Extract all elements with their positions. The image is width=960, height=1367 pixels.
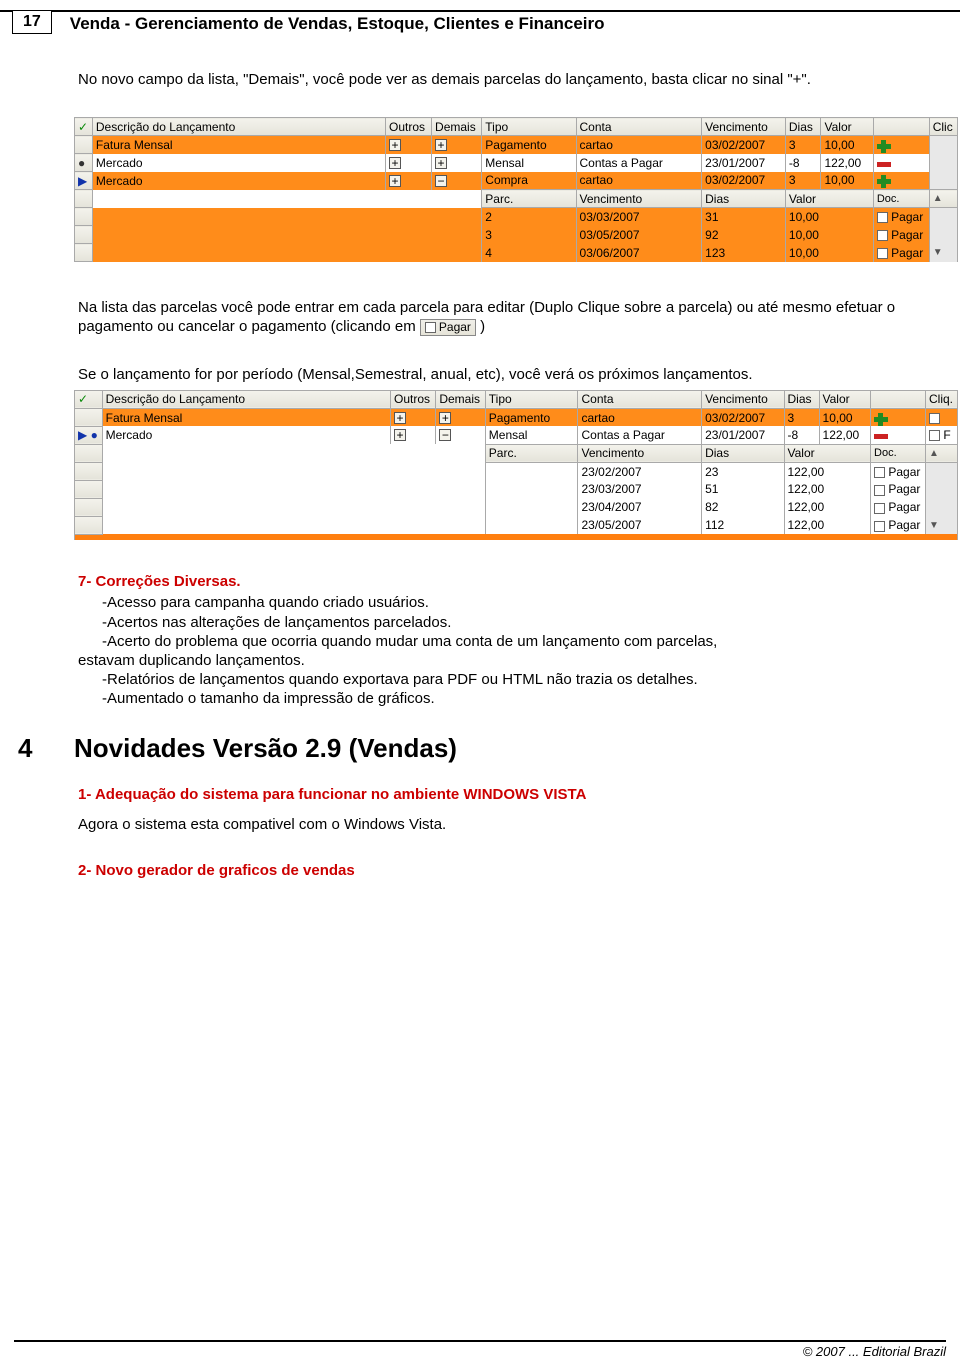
- grid1-header: ✓ Descrição do Lançamento Outros Demais …: [75, 118, 958, 136]
- arrow-down-icon[interactable]: ▼: [925, 516, 957, 534]
- col-dias[interactable]: Dias: [785, 118, 821, 136]
- col-clic[interactable]: Clic: [929, 118, 957, 136]
- grid1-row[interactable]: ● Mercado + + Mensal Contas a Pagar 23/0…: [75, 154, 958, 172]
- grid2-subrow[interactable]: 23/05/2007 112 122,00 Pagar ▼: [75, 516, 958, 534]
- expand-icon[interactable]: +: [389, 175, 401, 187]
- expand-icon[interactable]: +: [394, 429, 406, 441]
- pagar-inline-button[interactable]: Pagar: [420, 319, 476, 336]
- expand-icon[interactable]: +: [435, 139, 447, 151]
- grid2-subrow[interactable]: 23/03/2007 51 122,00 Pagar: [75, 480, 958, 498]
- col-vencimento[interactable]: Vencimento: [702, 118, 786, 136]
- pagar-checkbox[interactable]: [874, 521, 885, 532]
- pagar-checkbox[interactable]: [874, 485, 885, 496]
- subsection-1-title: 1- Adequação do sistema para funcionar n…: [78, 786, 946, 803]
- plus-icon: [874, 417, 888, 422]
- subsection-2-title: 2- Novo gerador de graficos de vendas: [78, 862, 946, 879]
- pagar-checkbox[interactable]: [877, 212, 888, 223]
- expand-icon[interactable]: +: [389, 157, 401, 169]
- minus-icon: [877, 162, 891, 167]
- plus-icon: [877, 179, 891, 184]
- grid1-row[interactable]: ▶ Mercado + − Compra cartao 03/02/2007 3…: [75, 172, 958, 190]
- pagar-checkbox[interactable]: [874, 503, 885, 514]
- arrow-up-icon[interactable]: ▲: [925, 444, 957, 462]
- expand-icon[interactable]: +: [389, 139, 401, 151]
- col-outros[interactable]: Outros: [385, 118, 431, 136]
- section-7-title: 7- Correções Diversas.: [78, 572, 946, 591]
- collapse-icon[interactable]: −: [439, 429, 451, 441]
- col-demais[interactable]: Demais: [432, 118, 482, 136]
- grid2-subrow[interactable]: 23/04/2007 82 122,00 Pagar: [75, 498, 958, 516]
- grid2-row[interactable]: Fatura Mensal + + Pagamento cartao 03/02…: [75, 408, 958, 426]
- grid2-subheader: Parc. Vencimento Dias Valor Doc. ▲: [75, 444, 958, 462]
- grid1-subrow[interactable]: 3 03/05/2007 92 10,00 Pagar: [75, 226, 958, 244]
- checkbox[interactable]: [929, 413, 940, 424]
- pagar-checkbox[interactable]: [874, 467, 885, 478]
- checkbox-icon: [425, 322, 436, 333]
- arrow-up-icon[interactable]: ▲: [929, 190, 957, 208]
- grid1-row[interactable]: Fatura Mensal + + Pagamento cartao 03/02…: [75, 136, 958, 154]
- subsection-1-body: Agora o sistema esta compativel com o Wi…: [78, 815, 946, 834]
- grid1-subrow[interactable]: 2 03/03/2007 31 10,00 Pagar: [75, 208, 958, 226]
- paragraph-3: Se o lançamento for por período (Mensal,…: [78, 365, 946, 384]
- col-conta[interactable]: Conta: [576, 118, 702, 136]
- grid-2: ✓ Descrição do Lançamento Outros Demais …: [78, 390, 946, 541]
- col-descricao[interactable]: Descrição do Lançamento: [92, 118, 385, 136]
- grid1-subheader: Parc. Vencimento Dias Valor Doc. ▲: [75, 190, 958, 208]
- check-icon: ✓: [75, 118, 93, 136]
- page-number: 17: [12, 10, 52, 34]
- collapse-icon[interactable]: −: [435, 175, 447, 187]
- checkbox[interactable]: [929, 430, 940, 441]
- expand-icon[interactable]: +: [439, 412, 451, 424]
- pagar-checkbox[interactable]: [877, 230, 888, 241]
- grid2-row[interactable]: ▶ ● Mercado + − Mensal Contas a Pagar 23…: [75, 426, 958, 444]
- col-valor[interactable]: Valor: [821, 118, 873, 136]
- grid2-header: ✓ Descrição do Lançamento Outros Demais …: [75, 390, 958, 408]
- expand-icon[interactable]: +: [435, 157, 447, 169]
- page-title: Venda - Gerenciamento de Vendas, Estoque…: [70, 14, 605, 36]
- grid2-subrow[interactable]: 23/02/2007 23 122,00 Pagar: [75, 462, 958, 480]
- page-footer: © 2007 ... Editorial Brazil: [14, 1340, 946, 1359]
- col-bar: [873, 118, 929, 136]
- section-7-body: -Acesso para campanha quando criado usuá…: [78, 593, 946, 708]
- grid-1: ✓ Descrição do Lançamento Outros Demais …: [78, 117, 946, 262]
- plus-icon: [877, 144, 891, 149]
- expand-icon[interactable]: +: [394, 412, 406, 424]
- intro-paragraph-1: No novo campo da lista, "Demais", você p…: [78, 70, 946, 89]
- pagar-checkbox[interactable]: [877, 248, 888, 259]
- paragraph-2: Na lista das parcelas você pode entrar e…: [78, 298, 946, 336]
- arrow-down-icon[interactable]: ▼: [929, 244, 957, 262]
- grid1-subrow[interactable]: 4 03/06/2007 123 10,00 Pagar ▼: [75, 244, 958, 262]
- check-icon: ✓: [75, 390, 103, 408]
- minus-icon: [874, 434, 888, 439]
- col-tipo[interactable]: Tipo: [482, 118, 576, 136]
- section-4-heading: 4 Novidades Versão 2.9 (Vendas): [18, 733, 946, 764]
